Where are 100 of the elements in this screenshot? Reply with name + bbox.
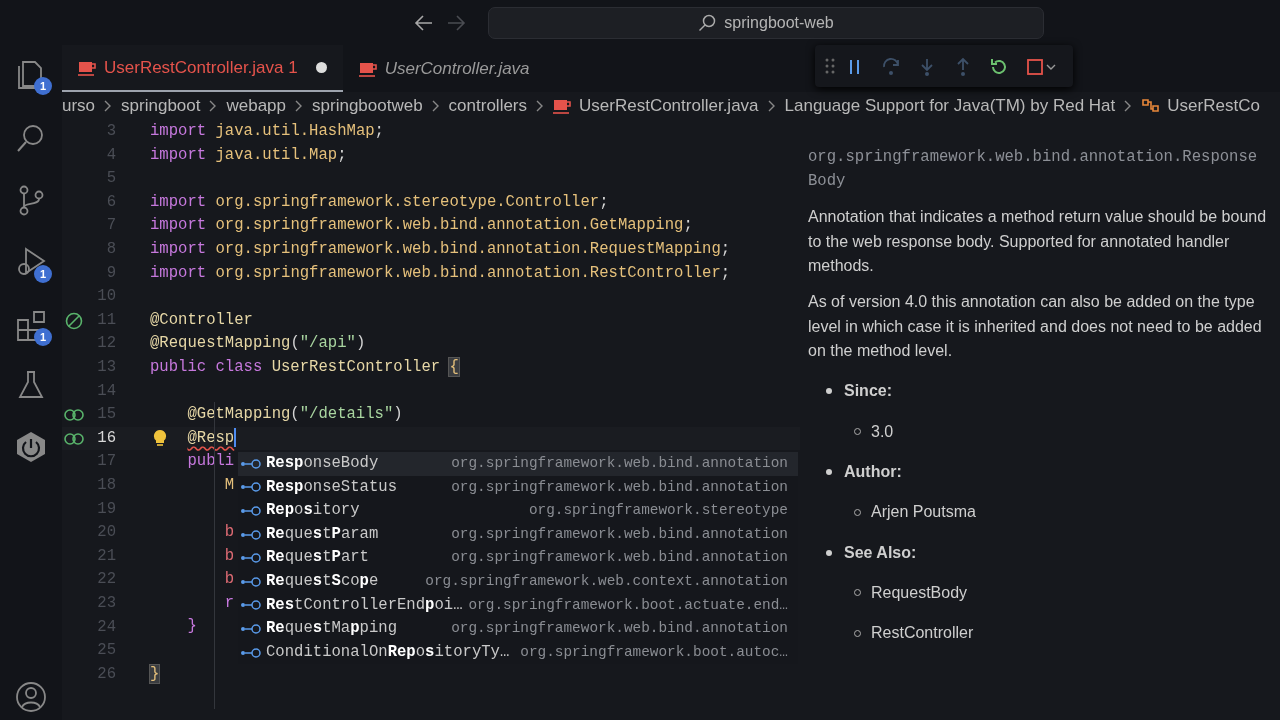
code-line: import org.springframework.stereotype.Controller; [150,191,609,213]
code-line: @Resp [186,427,237,450]
drag-handle-icon[interactable] [825,57,835,75]
code-line: @Controller [150,309,253,331]
bullet-icon [826,469,832,476]
annotation-symbol-icon [240,457,262,470]
line-number: 20 [96,522,116,544]
code-line: import org.springframework.web.bind.annotation.GetMapping; [150,215,693,237]
line-number: 24 [96,616,116,638]
code-line: @GetMapping("/details") [186,404,403,426]
stop-icon [1025,56,1045,77]
line-number: 25 [96,640,116,662]
line-number: 17 [96,451,116,473]
code-line: b [223,569,235,591]
suggestion-item[interactable]: Repository org.springframework.stereotype [238,499,798,523]
breadcrumb-item[interactable]: UserRestCo [1167,93,1260,119]
suggestion-item[interactable]: RestControllerEndpoi… org.springframework.boot.actuate.end… [238,593,798,618]
breadcrumb-item[interactable]: controllers [448,93,528,119]
line-number: 13 [96,357,116,379]
line-number: 21 [96,545,116,567]
suggestion-item[interactable]: RequestParam org.springframework.web.bind.annotation [238,522,798,547]
notification-badge: 1 [34,328,52,346]
code-line: publi [186,451,235,473]
notification-badge: 1 [34,77,52,95]
modified-dot [315,62,327,73]
annotation-symbol-icon [240,599,262,612]
line-number: 16 [96,427,116,449]
line-number: 10 [96,286,116,308]
chevron-icon [430,99,441,113]
suggestion-item[interactable]: RequestPart org.springframework.web.bind.annotation [238,546,798,570]
code-line: import java.util.HashMap; [150,121,384,142]
section-item: RequestBody [871,582,968,603]
breadcrumb-item[interactable]: webapp [226,93,287,119]
line-number: 14 [96,380,116,402]
arrow-icon [414,12,434,33]
coffee-cup-icon [553,98,572,114]
code-line: r [223,592,235,614]
restart-icon [989,56,1009,77]
code-line: } [186,616,197,638]
account-icon[interactable] [14,680,48,714]
line-number: 7 [105,215,116,237]
power-hexagon-icon[interactable] [14,430,48,464]
coffee-cup-icon [78,59,96,76]
doc-paragraph: Annotation that indicates a method return value should be bound to the web response body. Supported for annotated handler methods. [808,207,1268,276]
suggestion-item[interactable]: ResponseStatus org.springframework.web.bind.annotation [238,475,798,500]
breadcrumb-item[interactable]: urso [62,93,96,119]
annotation-symbol-icon [240,505,262,517]
breadcrumb-item[interactable]: springbootweb [312,93,423,119]
breadcrumb-item[interactable]: Language Support for Java(TM) by Red Hat [784,93,1116,119]
annotation-symbol-icon [240,528,262,541]
code-line: b [223,545,235,567]
code-line: public class UserRestController { [150,356,459,378]
extensions-icon[interactable] [14,308,48,342]
section-heading: Since: [844,381,892,402]
breadcrumb-item[interactable]: UserRestController.java [579,93,759,119]
section-item: RestController [871,623,974,644]
suggestion-item[interactable]: ResponseBody org.springframework.web.bind.annotation [238,452,798,476]
bullet-icon [826,388,832,395]
line-number: 26 [96,663,116,685]
line-number: 3 [105,121,116,143]
suggestion-item[interactable]: RequestMapping org.springframework.web.bind.annotation [238,617,798,641]
annotation-symbol-icon [240,575,262,588]
line-number: 12 [96,333,116,355]
code-line: @RequestMapping("/api") [150,333,366,355]
code-line: b [223,522,235,544]
line-number: 4 [105,144,116,166]
section-item: Arjen Poutsma [871,502,976,523]
suggestion-item[interactable]: RequestScope org.springframework.web.context.annotation [238,569,798,594]
notification-badge: 1 [34,265,52,283]
bullet-icon [826,549,832,556]
link-icon [64,430,84,447]
code-line: import org.springframework.web.bind.annotation.RequestMapping; [150,238,731,260]
section-heading: See Also: [844,542,917,563]
annotation-symbol-icon [240,552,262,565]
search-icon [698,13,717,32]
chevron-icon [766,99,777,113]
section-heading: Author: [844,461,902,482]
code-line: import org.springframework.web.bind.annotation.RestController; [150,262,731,284]
code-line: M [223,474,235,496]
coffee-cup-icon [358,60,377,77]
line-number: 15 [96,404,116,426]
breadcrumb-item[interactable]: springboot [121,93,201,119]
line-number: 19 [96,498,116,520]
arrow-icon [446,12,466,33]
line-number: 5 [105,168,116,190]
line-number: 22 [96,569,116,591]
search-field[interactable]: springboot-web [488,6,1044,39]
line-number: 8 [105,239,116,261]
doc-paragraph: As of version 4.0 this annotation can also be added on the type level in which case it is inherited and does not need to be added on the method level. [808,292,1263,361]
annotation-symbol-icon [240,481,262,494]
annotation-symbol-icon [240,646,262,659]
link-icon [64,406,84,423]
class-icon [1141,97,1162,115]
suggestion-item[interactable]: ConditionalOnRepositoryTy… org.springframework.boot.autoc… [238,640,798,665]
section-item: 3.0 [871,421,894,442]
line-number: 11 [96,309,116,331]
line-number: 18 [96,475,116,496]
editor-tab[interactable]: UserRestController.java 1 [62,45,343,92]
line-number: 23 [96,592,116,614]
line-number: 6 [105,191,116,213]
